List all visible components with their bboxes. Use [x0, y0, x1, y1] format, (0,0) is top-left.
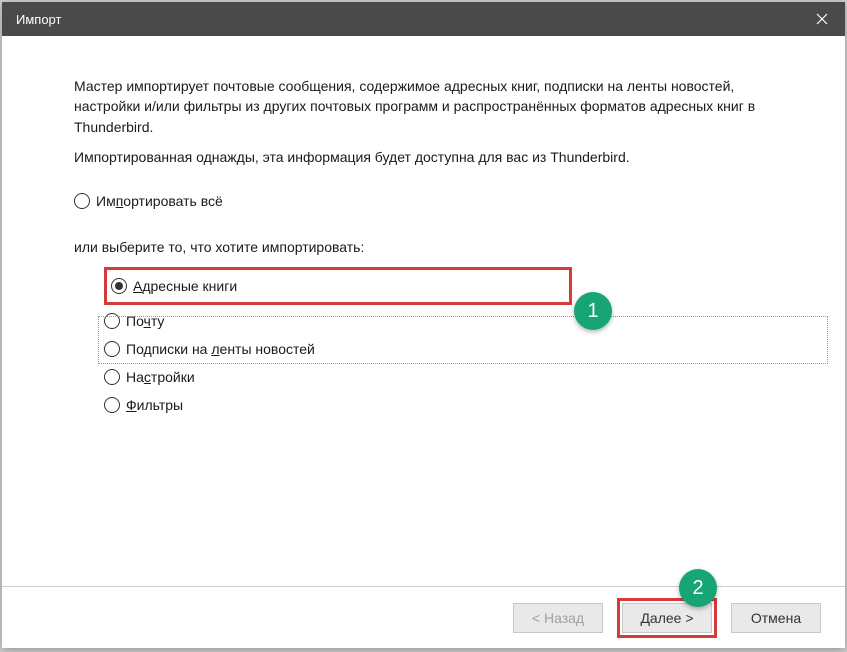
- radio-icon: [104, 341, 120, 357]
- radio-mail[interactable]: Почту: [104, 311, 773, 331]
- radio-import-all[interactable]: Импортировать всё: [74, 191, 773, 211]
- sub-options-group: Адресные книги Почту Подписки на ленты н…: [104, 267, 773, 415]
- sub-prompt: или выберите то, что хотите импортироват…: [74, 239, 773, 255]
- radio-label-mail: Почту: [126, 313, 164, 329]
- window-title: Импорт: [16, 12, 61, 27]
- close-button[interactable]: [799, 2, 845, 36]
- radio-label-import-all: Импортировать всё: [96, 193, 223, 209]
- import-wizard-window: Импорт Мастер импортирует почтовые сообщ…: [2, 2, 845, 648]
- back-button: < Назад: [513, 603, 603, 633]
- radio-icon: [111, 278, 127, 294]
- radio-label-settings: Настройки: [126, 369, 195, 385]
- radio-label-address-books: Адресные книги: [133, 278, 237, 294]
- wizard-footer: 2 < Назад Далее > Отмена: [2, 586, 845, 648]
- highlight-box-1: Адресные книги: [104, 267, 572, 305]
- titlebar: Импорт: [2, 2, 845, 36]
- cancel-button[interactable]: Отмена: [731, 603, 821, 633]
- radio-filters[interactable]: Фильтры: [104, 395, 773, 415]
- next-button[interactable]: Далее >: [622, 603, 712, 633]
- radio-label-filters: Фильтры: [126, 397, 183, 413]
- wizard-content: Мастер импортирует почтовые сообщения, с…: [2, 36, 845, 586]
- close-icon: [816, 13, 828, 25]
- radio-label-feeds: Подписки на ленты новостей: [126, 341, 315, 357]
- radio-address-books[interactable]: Адресные книги: [111, 276, 565, 296]
- radio-icon: [104, 397, 120, 413]
- radio-feeds[interactable]: Подписки на ленты новостей: [104, 339, 773, 359]
- radio-icon: [104, 313, 120, 329]
- intro-paragraph-1: Мастер импортирует почтовые сообщения, с…: [74, 76, 773, 137]
- annotation-badge-1: 1: [574, 292, 612, 330]
- intro-paragraph-2: Импортированная однажды, эта информация …: [74, 147, 773, 167]
- radio-icon: [74, 193, 90, 209]
- radio-settings[interactable]: Настройки: [104, 367, 773, 387]
- radio-icon: [104, 369, 120, 385]
- annotation-badge-2: 2: [679, 569, 717, 607]
